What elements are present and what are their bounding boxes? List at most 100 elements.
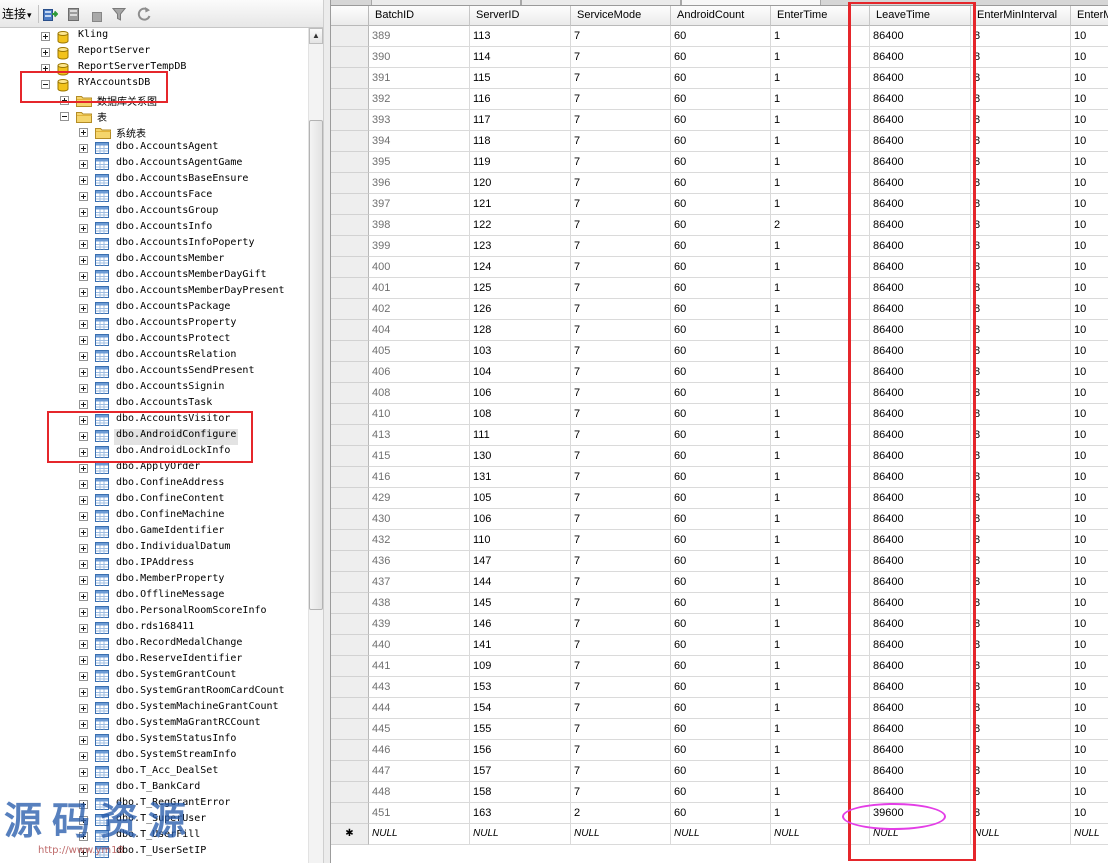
table-node-dbo-confinemachine[interactable]: dbo.ConfineMachine xyxy=(0,509,307,525)
grid-cell-androidcount[interactable]: 60 xyxy=(671,593,771,614)
grid-cell-batchid[interactable]: 436 xyxy=(369,551,470,572)
grid-cell-leavetime[interactable]: 86400 xyxy=(870,404,971,425)
grid-cell-leavetime[interactable]: 86400 xyxy=(870,719,971,740)
table-node-dbo-t-reggranterror[interactable]: dbo.T_RegGrantError xyxy=(0,797,307,813)
tree-item-label[interactable]: dbo.AccountsAgent xyxy=(116,141,218,157)
grid-cell-servicemode[interactable]: 7 xyxy=(571,194,671,215)
document-tab-active[interactable] xyxy=(681,0,821,5)
grid-cell-batchid[interactable]: 406 xyxy=(369,362,470,383)
expand-toggle-icon[interactable] xyxy=(79,800,88,809)
grid-cell-entertime[interactable]: 1 xyxy=(771,740,870,761)
grid-cell-leavetime[interactable]: 86400 xyxy=(870,236,971,257)
grid-cell-entermininterval[interactable]: 8 xyxy=(971,488,1071,509)
grid-cell-enterm[interactable]: 10 xyxy=(1071,152,1108,173)
grid-cell-servicemode[interactable]: 7 xyxy=(571,509,671,530)
grid-cell-servicemode[interactable]: 7 xyxy=(571,362,671,383)
tree-item-label[interactable]: dbo.AndroidConfigure xyxy=(114,429,239,445)
tree-item-label[interactable]: dbo.AccountsPackage xyxy=(116,301,230,317)
grid-cell-entertime[interactable]: 1 xyxy=(771,467,870,488)
document-tab[interactable] xyxy=(371,0,521,5)
grid-cell-serverid[interactable]: 113 xyxy=(470,26,571,47)
grid-cell-androidcount[interactable]: NULL xyxy=(671,824,771,845)
grid-cell-entertime[interactable]: 1 xyxy=(771,719,870,740)
grid-cell-androidcount[interactable]: 60 xyxy=(671,68,771,89)
tree-item-label[interactable]: 数据库关系图 xyxy=(97,93,157,109)
table-node-dbo-t-acc-dealset[interactable]: dbo.T_Acc_DealSet xyxy=(0,765,307,781)
grid-cell-entertime[interactable]: 1 xyxy=(771,257,870,278)
grid-cell-leavetime[interactable]: 86400 xyxy=(870,383,971,404)
table-node-dbo-accountssendpresent[interactable]: dbo.AccountsSendPresent xyxy=(0,365,307,381)
grid-cell-entertime[interactable]: 1 xyxy=(771,194,870,215)
table-node-dbo-systemgrantroomcardcount[interactable]: dbo.SystemGrantRoomCardCount xyxy=(0,685,307,701)
row-selector[interactable] xyxy=(331,551,369,572)
grid-cell-enterm[interactable]: 10 xyxy=(1071,740,1108,761)
grid-cell-servicemode[interactable]: 7 xyxy=(571,110,671,131)
grid-cell-batchid[interactable]: 408 xyxy=(369,383,470,404)
grid-cell-servicemode[interactable]: 7 xyxy=(571,68,671,89)
expand-toggle-icon[interactable] xyxy=(79,208,88,217)
grid-cell-servicemode[interactable]: 7 xyxy=(571,383,671,404)
grid-cell-androidcount[interactable]: 60 xyxy=(671,425,771,446)
expand-toggle-icon[interactable] xyxy=(79,256,88,265)
grid-cell-leavetime[interactable]: 86400 xyxy=(870,551,971,572)
tree-vertical-scrollbar[interactable]: ▲ xyxy=(308,28,323,863)
grid-cell-leavetime[interactable]: 86400 xyxy=(870,740,971,761)
grid-cell-entertime[interactable]: 1 xyxy=(771,656,870,677)
grid-cell-androidcount[interactable]: 60 xyxy=(671,383,771,404)
grid-cell-serverid[interactable]: 111 xyxy=(470,425,571,446)
row-selector[interactable] xyxy=(331,719,369,740)
grid-cell-entertime[interactable]: 1 xyxy=(771,278,870,299)
grid-cell-entertime[interactable]: 1 xyxy=(771,572,870,593)
grid-cell-serverid[interactable]: 126 xyxy=(470,299,571,320)
grid-cell-leavetime[interactable]: 86400 xyxy=(870,656,971,677)
grid-cell-servicemode[interactable]: 7 xyxy=(571,47,671,68)
grid-cell-enterm[interactable]: 10 xyxy=(1071,467,1108,488)
grid-cell-enterm[interactable]: 10 xyxy=(1071,425,1108,446)
grid-cell-servicemode[interactable]: 7 xyxy=(571,677,671,698)
grid-cell-leavetime[interactable]: 86400 xyxy=(870,488,971,509)
grid-cell-entertime[interactable]: 1 xyxy=(771,782,870,803)
tree-item-label[interactable]: dbo.rds168411 xyxy=(116,621,194,637)
grid-cell-leavetime[interactable]: 86400 xyxy=(870,215,971,236)
grid-cell-entermininterval[interactable]: 8 xyxy=(971,467,1071,488)
connect-object-icon[interactable] xyxy=(42,6,59,27)
table-node-dbo-accountsproperty[interactable]: dbo.AccountsProperty xyxy=(0,317,307,333)
row-selector[interactable] xyxy=(331,446,369,467)
grid-cell-servicemode[interactable]: NULL xyxy=(571,824,671,845)
tree-item-label[interactable]: dbo.AccountsProtect xyxy=(116,333,230,349)
tree-item-label[interactable]: dbo.PersonalRoomScoreInfo xyxy=(116,605,267,621)
grid-cell-entertime[interactable]: 1 xyxy=(771,593,870,614)
expand-toggle-icon[interactable] xyxy=(79,368,88,377)
grid-cell-entermininterval[interactable]: 8 xyxy=(971,698,1071,719)
grid-cell-serverid[interactable]: 118 xyxy=(470,131,571,152)
grid-cell-batchid[interactable]: 439 xyxy=(369,614,470,635)
grid-cell-batchid[interactable]: 445 xyxy=(369,719,470,740)
grid-cell-enterm[interactable]: 10 xyxy=(1071,509,1108,530)
grid-cell-entermininterval[interactable]: 8 xyxy=(971,215,1071,236)
grid-cell-entermininterval[interactable]: 8 xyxy=(971,719,1071,740)
grid-cell-entertime[interactable]: 1 xyxy=(771,173,870,194)
tree-item-label[interactable]: dbo.T_SuperUser xyxy=(116,813,206,829)
tree-item-label[interactable]: dbo.SystemGrantRoomCardCount xyxy=(116,685,285,701)
table-node-dbo-accountsinfopoperty[interactable]: dbo.AccountsInfoPoperty xyxy=(0,237,307,253)
grid-cell-androidcount[interactable]: 60 xyxy=(671,572,771,593)
grid-cell-entermininterval[interactable]: 8 xyxy=(971,320,1071,341)
grid-cell-batchid[interactable]: 444 xyxy=(369,698,470,719)
tree-item-label[interactable]: ReportServerTempDB xyxy=(78,61,186,77)
row-selector[interactable] xyxy=(331,47,369,68)
row-selector[interactable] xyxy=(331,635,369,656)
grid-cell-entermininterval[interactable]: 8 xyxy=(971,803,1071,824)
grid-cell-entertime[interactable]: 1 xyxy=(771,488,870,509)
row-selector[interactable] xyxy=(331,257,369,278)
grid-cell-batchid[interactable]: 438 xyxy=(369,593,470,614)
grid-cell-entertime[interactable]: 1 xyxy=(771,47,870,68)
grid-cell-androidcount[interactable]: 60 xyxy=(671,698,771,719)
grid-cell-androidcount[interactable]: 60 xyxy=(671,89,771,110)
grid-cell-servicemode[interactable]: 7 xyxy=(571,656,671,677)
table-node-dbo-systemstatusinfo[interactable]: dbo.SystemStatusInfo xyxy=(0,733,307,749)
tree-item-label[interactable]: dbo.T_BankCard xyxy=(116,781,200,797)
grid-cell-entertime[interactable]: 1 xyxy=(771,404,870,425)
row-selector[interactable]: ✱ xyxy=(331,824,369,845)
table-node-dbo-personalroomscoreinfo[interactable]: dbo.PersonalRoomScoreInfo xyxy=(0,605,307,621)
grid-cell-leavetime[interactable]: 86400 xyxy=(870,530,971,551)
